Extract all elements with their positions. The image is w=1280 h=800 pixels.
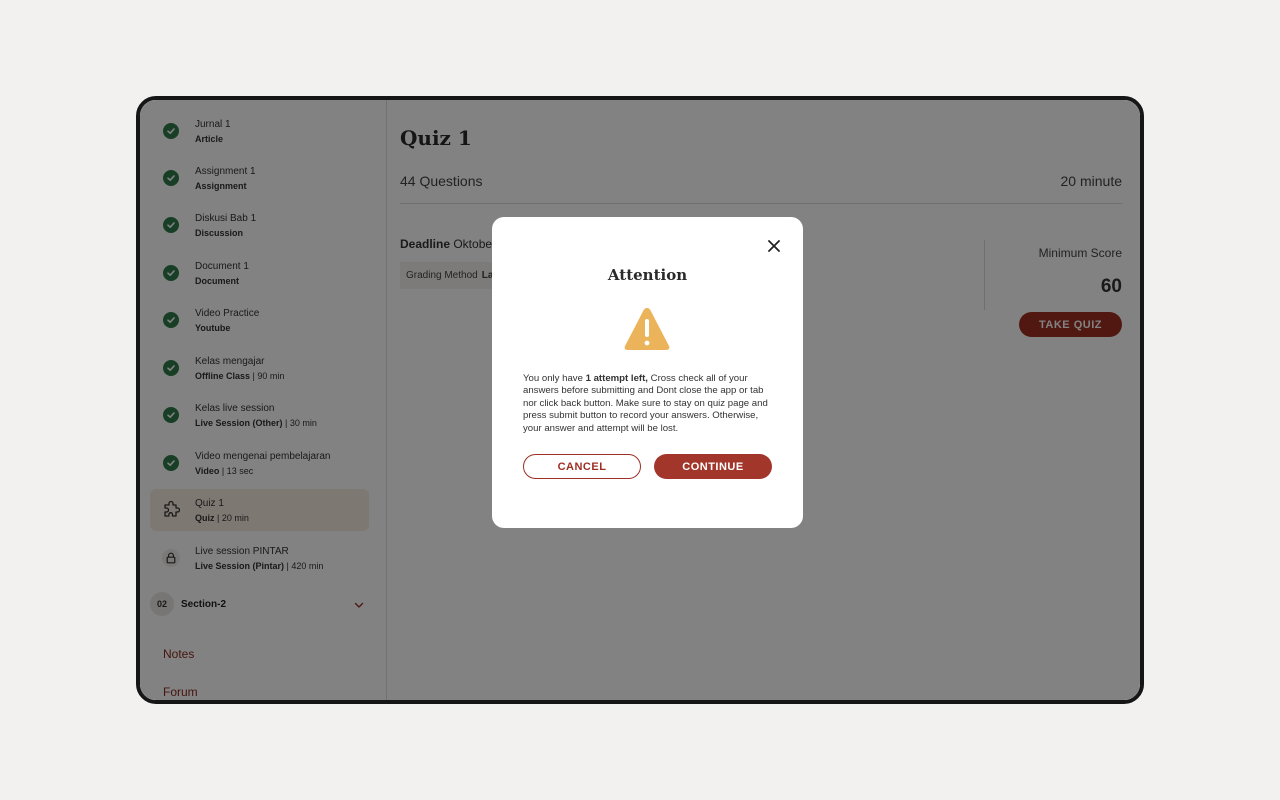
close-icon [768, 240, 780, 252]
attempts-left: 1 attempt left, [585, 373, 648, 384]
continue-button[interactable]: CONTINUE [654, 454, 772, 479]
dialog-message: You only have 1 attempt left, Cross chec… [523, 373, 768, 434]
close-button[interactable] [765, 237, 783, 255]
cancel-button[interactable]: CANCEL [523, 454, 641, 479]
dialog-title: Attention [607, 266, 688, 284]
attention-dialog: Attention You only have 1 attempt left, … [492, 217, 803, 528]
warning-icon [623, 306, 671, 352]
